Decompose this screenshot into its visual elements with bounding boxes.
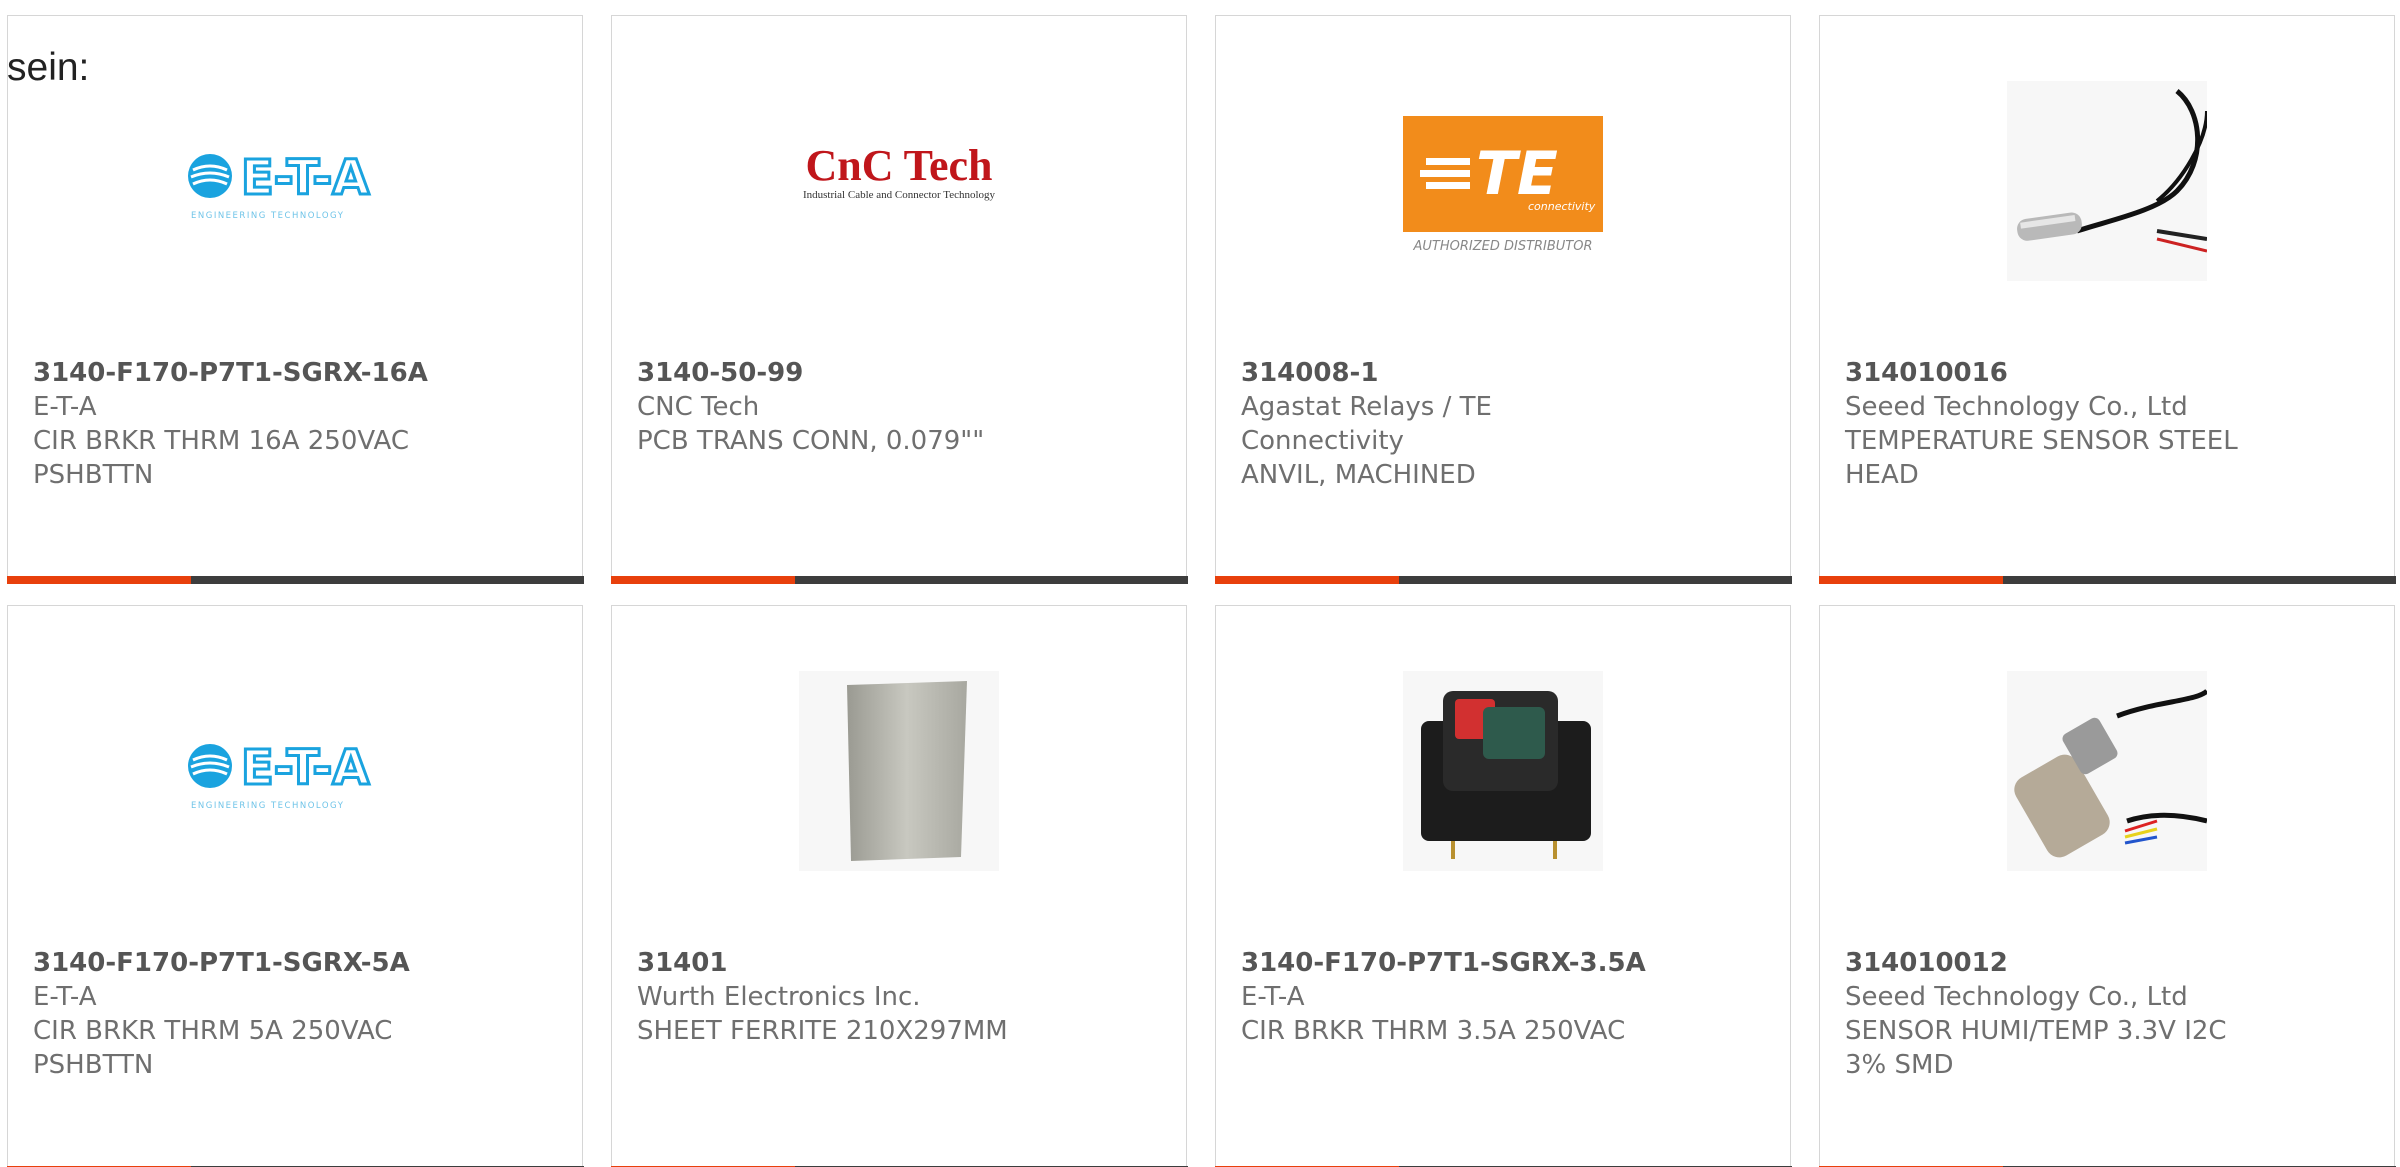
part-number[interactable]: 3140-F170-P7T1-SGRX-16A [33, 356, 453, 390]
product-card[interactable]: 31401 Wurth Electronics Inc. SHEET FERRI… [610, 605, 1188, 1167]
te-logo-small-text: connectivity [1528, 200, 1596, 213]
product-card[interactable]: 314010016 Seeed Technology Co., Ltd TEMP… [1818, 15, 2396, 584]
te-logo-subtitle: AUTHORIZED DISTRIBUTOR [1412, 239, 1592, 254]
product-grid-page: sein: E-T-A ENGINEERING TECHNOLOGY 3140-… [0, 0, 2400, 1167]
product-info: 314008-1 Agastat Relays / TE Connectivit… [1241, 356, 1661, 492]
part-number[interactable]: 314008-1 [1241, 356, 1661, 390]
manufacturer: Agastat Relays / TE Connectivity [1241, 392, 1492, 456]
intro-text: sein: [7, 46, 90, 89]
ferrite-sheet-photo [799, 671, 999, 871]
description-line: PSHBTTN [33, 1050, 154, 1080]
cnc-logo-text: CnC Tech [805, 141, 992, 190]
cnc-logo-subtitle: Industrial Cable and Connector Technolog… [803, 189, 996, 201]
te-logo-text: TE [1476, 139, 1558, 209]
description-line: 3% SMD [1845, 1050, 1954, 1080]
part-number[interactable]: 31401 [637, 946, 1057, 980]
description-line: PSHBTTN [33, 460, 154, 490]
product-grid: E-T-A ENGINEERING TECHNOLOGY 3140-F170-P… [6, 15, 2400, 1167]
description-line: CIR BRKR THRM 16A 250VAC [33, 426, 409, 456]
product-card[interactable]: E-T-A ENGINEERING TECHNOLOGY 3140-F170-P… [6, 605, 584, 1167]
manufacturer: E-T-A [33, 392, 97, 422]
part-number[interactable]: 3140-F170-P7T1-SGRX-3.5A [1241, 946, 1661, 980]
temperature-probe-photo [2007, 81, 2207, 281]
product-image[interactable]: E-T-A ENGINEERING TECHNOLOGY [8, 76, 582, 286]
eta-logo-text: E-T-A [241, 150, 369, 206]
manufacturer: E-T-A [1241, 982, 1305, 1012]
description-line: ANVIL, MACHINED [1241, 460, 1476, 490]
eta-logo-subtitle: ENGINEERING TECHNOLOGY [191, 211, 344, 221]
part-number[interactable]: 314010012 [1845, 946, 2265, 980]
product-card[interactable]: TE connectivity AUTHORIZED DISTRIBUTOR 3… [1214, 15, 1792, 584]
card-accent-bar [6, 575, 584, 584]
manufacturer: Seeed Technology Co., Ltd [1845, 392, 2188, 422]
humidity-sensor-photo [2007, 671, 2207, 871]
description-line: CIR BRKR THRM 5A 250VAC [33, 1016, 393, 1046]
card-accent-bar [1214, 575, 1792, 584]
description-line: TEMPERATURE SENSOR STEEL [1845, 426, 2238, 456]
product-image[interactable] [1820, 76, 2394, 286]
product-image[interactable] [612, 666, 1186, 876]
product-info: 31401 Wurth Electronics Inc. SHEET FERRI… [637, 946, 1057, 1048]
product-image[interactable]: E-T-A ENGINEERING TECHNOLOGY [8, 666, 582, 876]
manufacturer: Seeed Technology Co., Ltd [1845, 982, 2188, 1012]
te-connectivity-logo: TE connectivity AUTHORIZED DISTRIBUTOR [1403, 116, 1603, 254]
eta-logo-subtitle: ENGINEERING TECHNOLOGY [191, 801, 344, 811]
manufacturer: E-T-A [33, 982, 97, 1012]
part-number[interactable]: 3140-F170-P7T1-SGRX-5A [33, 946, 453, 980]
eta-logo-text: E-T-A [241, 740, 369, 796]
card-accent-fill [1214, 575, 1400, 584]
product-image[interactable]: CnC Tech Industrial Cable and Connector … [612, 76, 1186, 286]
product-card[interactable]: E-T-A ENGINEERING TECHNOLOGY 3140-F170-P… [6, 15, 584, 584]
part-number[interactable]: 314010016 [1845, 356, 2265, 390]
description-line: SENSOR HUMI/TEMP 3.3V I2C [1845, 1016, 2227, 1046]
card-accent-fill [6, 575, 192, 584]
part-number[interactable]: 3140-50-99 [637, 356, 1057, 390]
card-accent-bar [1818, 575, 2396, 584]
eta-logo: E-T-A ENGINEERING TECHNOLOGY [188, 149, 371, 221]
description-line: HEAD [1845, 460, 1919, 490]
product-info: 3140-F170-P7T1-SGRX-5A E-T-A CIR BRKR TH… [33, 946, 453, 1082]
cnc-tech-logo: CnC Tech Industrial Cable and Connector … [803, 141, 996, 201]
product-card[interactable]: CnC Tech Industrial Cable and Connector … [610, 15, 1188, 584]
product-card[interactable]: 3140-F170-P7T1-SGRX-3.5A E-T-A CIR BRKR … [1214, 605, 1792, 1167]
description-line: PCB TRANS CONN, 0.079"" [637, 426, 985, 456]
eta-logo: E-T-A ENGINEERING TECHNOLOGY [188, 739, 371, 811]
card-accent-bar [610, 575, 1188, 584]
product-image[interactable] [1216, 666, 1790, 876]
card-accent-fill [1818, 575, 2004, 584]
circuit-breaker-photo [1403, 671, 1603, 871]
description-line: SHEET FERRITE 210X297MM [637, 1016, 1008, 1046]
product-image[interactable] [1820, 666, 2394, 876]
product-info: 3140-F170-P7T1-SGRX-16A E-T-A CIR BRKR T… [33, 356, 453, 492]
product-card[interactable]: 314010012 Seeed Technology Co., Ltd SENS… [1818, 605, 2396, 1167]
product-info: 3140-F170-P7T1-SGRX-3.5A E-T-A CIR BRKR … [1241, 946, 1661, 1048]
manufacturer: CNC Tech [637, 392, 760, 422]
product-info: 314010016 Seeed Technology Co., Ltd TEMP… [1845, 356, 2265, 492]
description-line: CIR BRKR THRM 3.5A 250VAC [1241, 1016, 1626, 1046]
product-info: 3140-50-99 CNC Tech PCB TRANS CONN, 0.07… [637, 356, 1057, 458]
product-info: 314010012 Seeed Technology Co., Ltd SENS… [1845, 946, 2265, 1082]
manufacturer: Wurth Electronics Inc. [637, 982, 921, 1012]
card-accent-fill [610, 575, 796, 584]
product-image[interactable]: TE connectivity AUTHORIZED DISTRIBUTOR [1216, 76, 1790, 286]
